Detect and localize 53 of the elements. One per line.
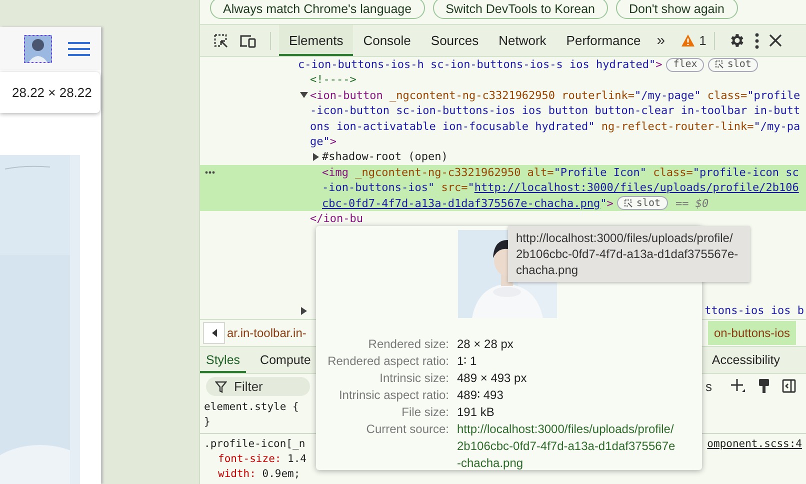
info-value: 191 kB <box>457 404 496 421</box>
banner-button[interactable]: Don't show again <box>616 0 738 19</box>
sidebar-tab[interactable]: Styles <box>200 347 246 373</box>
code-line: ttons-ios ios b <box>704 303 805 319</box>
code-line: #shadow-root (open) <box>322 149 448 165</box>
code-line: </ion-bu <box>310 212 363 225</box>
breadcrumb-item[interactable]: ar.in-toolbar.in- <box>225 322 308 344</box>
source-link[interactable]: omponent.scss:4 <box>707 437 802 452</box>
code-line: <img _ngcontent-ng-c3321962950 alt="Profile Icon" class="profile-icon sc <box>322 164 799 180</box>
code-line: cbc-0fd7-4f7d-a13a-d1daf375567e-chacha.png"> <box>322 196 614 211</box>
style-declaration: font-size: 1.4 <box>218 453 307 465</box>
filter-field[interactable]: Filter <box>206 376 310 396</box>
code-line: -icon-button sc-ion-buttons-ios ios button button-clear in-toolbar in-butt <box>310 103 800 119</box>
dimension-tooltip: 28.22 × 28.22 <box>0 72 100 113</box>
panel-tab[interactable]: Performance <box>556 25 651 56</box>
code-line: c-ion-buttons-ios-h sc-ion-buttons-ios-s ios hydrated"> <box>298 57 662 72</box>
url-tooltip: http://localhost:3000/files/uploads/profile/ 2b106cbc-0fd7-4f7d-a13a-d1daf375567e- chacha.png <box>508 226 750 282</box>
info-value: 1∶ 1 <box>457 353 478 370</box>
panel-tab[interactable]: Elements <box>279 25 354 56</box>
banner-button[interactable]: Switch DevTools to Korean <box>432 0 608 19</box>
sidebar-tab[interactable]: Compute <box>254 347 317 373</box>
code-line: -ion-buttons-ios" src="http://localhost:3000/files/uploads/profile/2b106 <box>322 180 799 196</box>
adorner-badge[interactable]: flex <box>666 58 704 72</box>
banner-button[interactable]: Always match Chrome's language <box>210 0 425 19</box>
info-label: Intrinsic aspect ratio: <box>338 387 449 404</box>
code-line: ge"> <box>310 134 336 150</box>
info-value: 489∶ 493 <box>457 387 504 404</box>
style-selector: .profile-icon[_n <box>204 437 306 452</box>
info-label: Intrinsic size: <box>378 370 449 387</box>
info-label: Current source: <box>365 421 449 438</box>
adorner-badge[interactable]: slot <box>708 58 758 72</box>
toolbar-text[interactable]: s <box>706 378 712 394</box>
warnings-button[interactable]: 1 <box>681 33 706 48</box>
code-line: <ion-button _ngcontent-ng-c3321962950 routerlink="/my-page" class="profile <box>310 88 800 104</box>
panel-tab[interactable]: Console <box>353 25 421 56</box>
sidebar-tab[interactable]: Accessibility <box>706 347 786 373</box>
style-declaration: width: 0.9em; <box>218 468 300 480</box>
style-rule-header: element.style { <box>204 401 299 413</box>
info-value: 28 × 28 px <box>457 336 514 353</box>
info-label: File size: <box>400 404 449 421</box>
panel-tab[interactable]: Sources <box>420 25 489 56</box>
code-line: <!----> <box>310 72 356 88</box>
source-url-link[interactable]: http://localhost:3000/files/uploads/profile/ 2b106cbc-0fd7-4f7d-a13a-d1daf375567e -chacha.png <box>457 421 702 472</box>
info-value: 489 × 493 px <box>457 370 528 387</box>
selection-marker: == $0 <box>676 196 709 211</box>
info-label: Rendered aspect ratio: <box>326 353 449 370</box>
style-rule-end: } <box>204 416 210 428</box>
panel-tab[interactable]: Network <box>488 25 556 56</box>
code-line: ons ion-activatable ion-focusable hydrated" ng-reflect-router-link="/my-pa <box>310 118 800 134</box>
info-label: Rendered size: <box>367 336 449 353</box>
adorner-badge[interactable]: slot <box>617 196 668 210</box>
breadcrumb-item[interactable]: on-buttons-ios <box>708 321 796 345</box>
more-tabs-button[interactable]: » <box>650 32 672 49</box>
